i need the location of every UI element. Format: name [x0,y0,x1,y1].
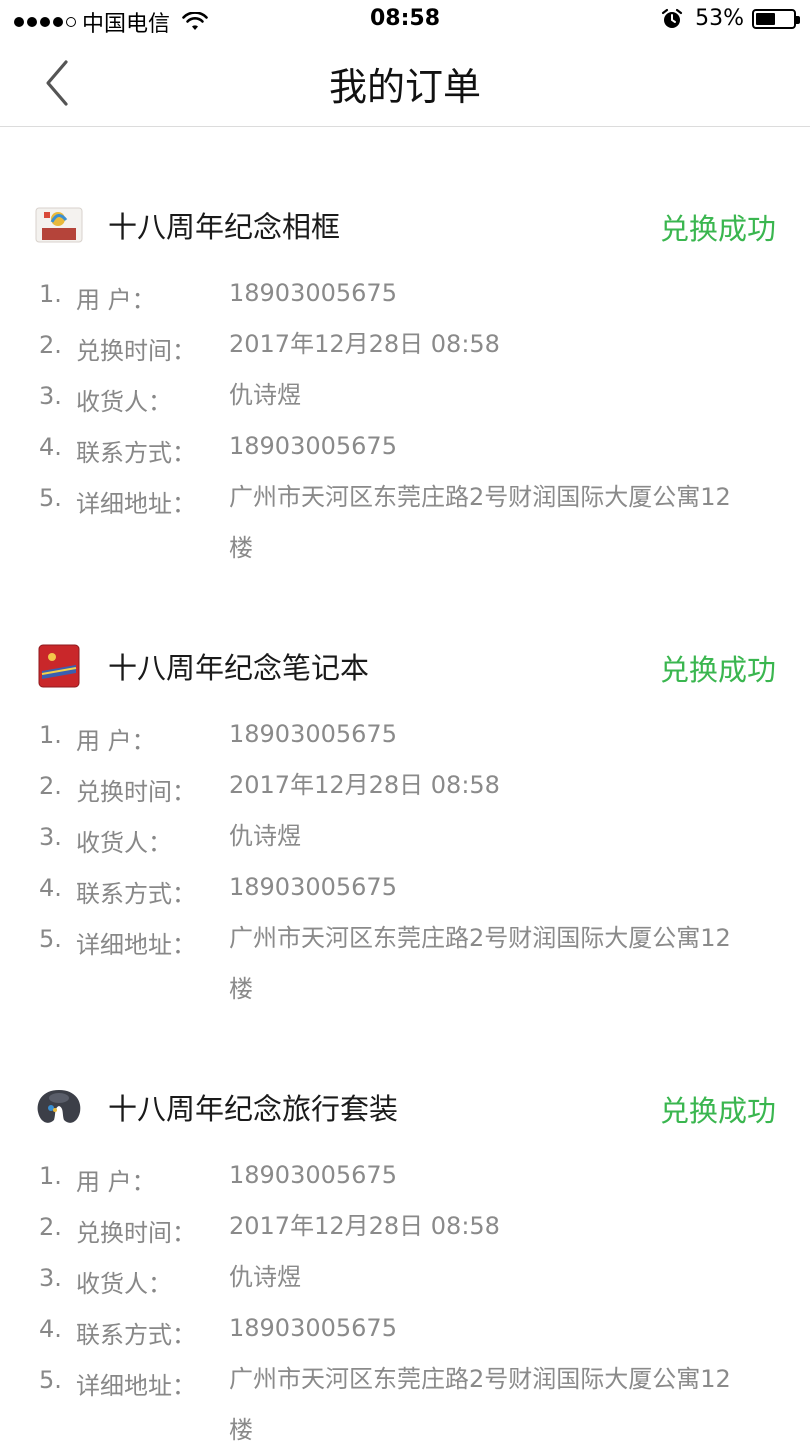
field-label: 详细地址： [76,931,196,959]
field-value: 2017年12月28日 08:58 [229,1212,500,1240]
order-details: 1. 用 户： 18903005675 2. 兑换时间： 2017年12月28日… [0,272,810,562]
row-number: 1. [39,1162,62,1190]
row-number: 4. [39,433,62,461]
detail-row-contact: 4. 联系方式： 18903005675 [0,1307,810,1358]
field-value: 18903005675 [229,873,397,901]
row-number: 4. [39,874,62,902]
detail-row-time: 2. 兑换时间： 2017年12月28日 08:58 [0,1205,810,1256]
field-value: 2017年12月28日 08:58 [229,330,500,358]
address-line-1: 广州市天河区东莞庄路2号财润国际大厦公寓12 [229,924,731,952]
row-number: 5. [39,484,62,512]
address-line-2: 楼 [229,975,253,1003]
field-value: 18903005675 [229,279,397,307]
detail-row-contact: 4. 联系方式： 18903005675 [0,866,810,917]
field-label: 联系方式： [76,439,196,467]
row-number: 1. [39,280,62,308]
product-name: 十八周年纪念相框 [108,210,341,244]
alarm-icon [661,8,683,28]
address-line-2: 楼 [229,534,253,562]
field-value: 18903005675 [229,1314,397,1342]
row-number: 5. [39,1366,62,1394]
row-number: 3. [39,1264,62,1292]
field-value: 2017年12月28日 08:58 [229,771,500,799]
battery-level-fill [756,12,776,25]
product-name: 十八周年纪念笔记本 [108,651,370,685]
detail-row-time: 2. 兑换时间： 2017年12月28日 08:58 [0,323,810,374]
detail-row-user: 1. 用 户： 18903005675 [0,713,810,764]
field-value: 广州市天河区东莞庄路2号财润国际大厦公寓12 楼 [229,472,774,574]
row-number: 5. [39,925,62,953]
product-name: 十八周年纪念旅行套装 [108,1092,399,1126]
battery-icon [752,8,800,29]
detail-row-receiver: 3. 收货人： 仇诗煜 [0,374,810,425]
field-label: 兑换时间： [76,337,196,365]
detail-row-user: 1. 用 户： 18903005675 [0,1154,810,1205]
row-number: 3. [39,382,62,410]
travel-pillow-thumbnail-icon [37,1090,81,1123]
detail-row-address: 5. 详细地址： 广州市天河区东莞庄路2号财润国际大厦公寓12 楼 [0,1358,810,1444]
row-number: 3. [39,823,62,851]
field-label: 用 户： [76,286,156,314]
field-label: 联系方式： [76,880,196,908]
field-label: 用 户： [76,727,156,755]
field-label: 收货人： [76,829,172,857]
field-label: 收货人： [76,388,172,416]
field-value: 广州市天河区东莞庄路2号财润国际大厦公寓12 楼 [229,913,774,1015]
status-bar-right: 53% [661,6,800,31]
address-line-1: 广州市天河区东莞庄路2号财润国际大厦公寓12 [229,1365,731,1393]
nav-bar: 我的订单 [0,40,810,127]
status-bar: 中国电信 08:58 53% [0,0,810,40]
row-number: 1. [39,721,62,749]
detail-row-user: 1. 用 户： 18903005675 [0,272,810,323]
order-header: 十八周年纪念旅行套装 兑换成功 [0,1082,810,1132]
field-value: 18903005675 [229,432,397,460]
field-value: 仇诗煜 [229,381,301,409]
detail-row-receiver: 3. 收货人： 仇诗煜 [0,815,810,866]
field-label: 兑换时间： [76,778,196,806]
status-badge: 兑换成功 [659,1094,776,1128]
detail-row-address: 5. 详细地址： 广州市天河区东莞庄路2号财润国际大厦公寓12 楼 [0,476,810,562]
page-title: 我的订单 [328,65,481,109]
status-badge: 兑换成功 [659,653,776,687]
field-value: 仇诗煜 [229,1263,301,1291]
row-number: 2. [39,331,62,359]
field-label: 联系方式： [76,1321,196,1349]
detail-row-address: 5. 详细地址： 广州市天河区东莞庄路2号财润国际大厦公寓12 楼 [0,917,810,1003]
row-number: 2. [39,772,62,800]
battery-percent: 53% [695,6,744,31]
order-details: 1. 用 户： 18903005675 2. 兑换时间： 2017年12月28日… [0,713,810,1003]
field-value: 仇诗煜 [229,822,301,850]
detail-row-time: 2. 兑换时间： 2017年12月28日 08:58 [0,764,810,815]
row-number: 2. [39,1213,62,1241]
row-number: 4. [39,1315,62,1343]
field-label: 详细地址： [76,1372,196,1400]
field-value: 18903005675 [229,1161,397,1189]
photo-frame-thumbnail-icon [35,207,83,243]
order-details: 1. 用 户： 18903005675 2. 兑换时间： 2017年12月28日… [0,1154,810,1444]
detail-row-contact: 4. 联系方式： 18903005675 [0,425,810,476]
notebook-thumbnail-icon [38,644,80,688]
address-line-1: 广州市天河区东莞庄路2号财润国际大厦公寓12 [229,483,731,511]
detail-row-receiver: 3. 收货人： 仇诗煜 [0,1256,810,1307]
field-label: 收货人： [76,1270,172,1298]
order-header: 十八周年纪念相框 兑换成功 [0,200,810,250]
field-label: 用 户： [76,1168,156,1196]
field-value: 18903005675 [229,720,397,748]
field-label: 兑换时间： [76,1219,196,1247]
field-value: 广州市天河区东莞庄路2号财润国际大厦公寓12 楼 [229,1354,774,1456]
status-badge: 兑换成功 [659,212,776,246]
order-header: 十八周年纪念笔记本 兑换成功 [0,641,810,691]
field-label: 详细地址： [76,490,196,518]
